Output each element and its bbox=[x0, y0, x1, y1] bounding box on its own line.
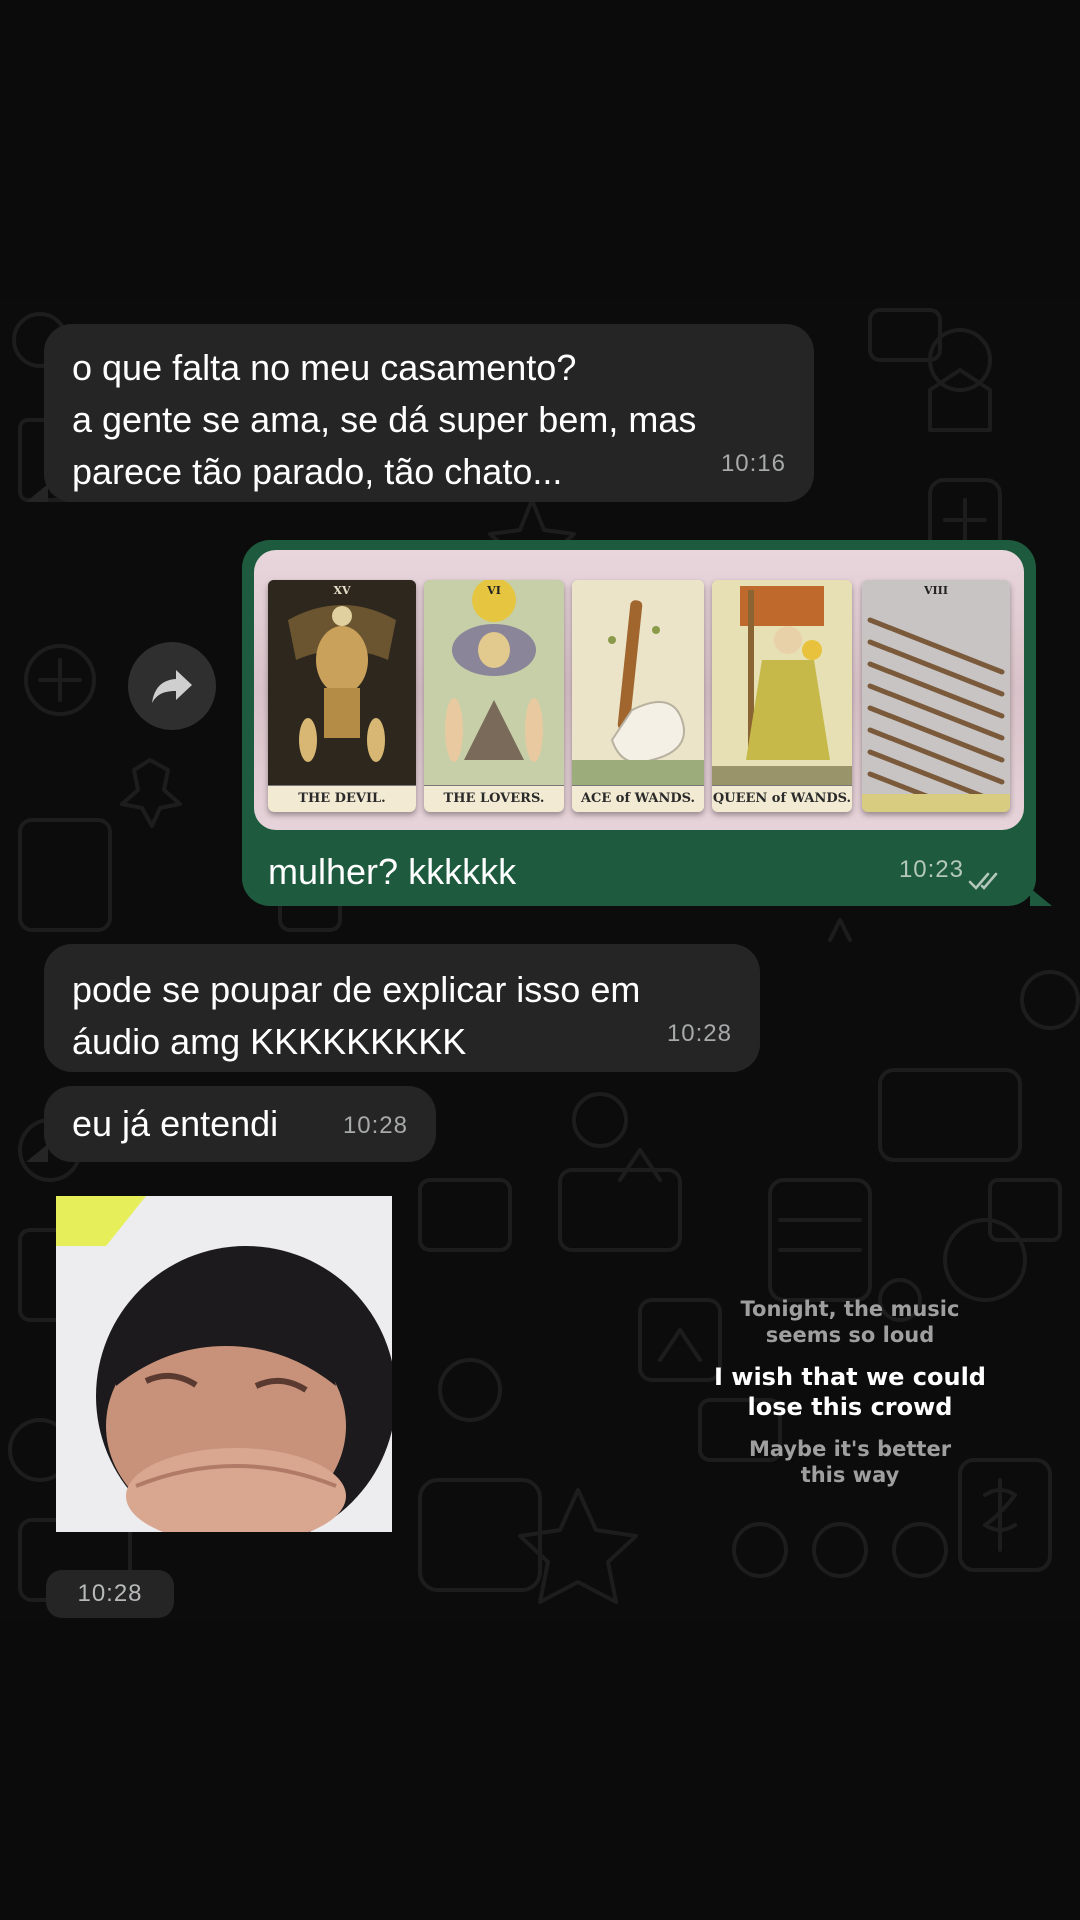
double-check-icon bbox=[968, 872, 998, 890]
forward-button[interactable] bbox=[128, 642, 216, 730]
song-lyrics-overlay: Tonight, the music seems so loud I wish … bbox=[700, 1296, 1000, 1488]
message-timestamp: 10:16 bbox=[720, 450, 786, 477]
forward-arrow-icon bbox=[152, 670, 192, 703]
eight-of-wands-figure bbox=[862, 580, 1010, 812]
incoming-message-bubble[interactable]: pode se poupar de explicar isso em áudio… bbox=[44, 944, 760, 1072]
card-numeral: VI bbox=[487, 584, 501, 597]
bubble-tail bbox=[26, 484, 48, 502]
message-text-line: pode se poupar de explicar isso em bbox=[72, 969, 641, 1010]
tarot-cards-image[interactable]: XV THE DEVIL. VI THE LOVERS. ACE of WAND… bbox=[254, 550, 1024, 830]
tarot-card-the-devil: XV THE DEVIL. bbox=[268, 580, 416, 812]
queen-of-wands-figure bbox=[712, 580, 852, 786]
lovers-figure bbox=[424, 580, 564, 786]
card-label: THE LOVERS. bbox=[424, 785, 564, 812]
image-caption: mulher? kkkkkk bbox=[268, 851, 517, 892]
card-numeral: XV bbox=[333, 584, 351, 597]
incoming-message-bubble[interactable]: eu já entendi 10:28 bbox=[44, 1086, 436, 1162]
message-text-line: parece tão parado, tão chato... bbox=[72, 451, 563, 492]
card-label: ACE of WANDS. bbox=[572, 785, 704, 812]
lyric-line-current: I wish that we could bbox=[713, 1363, 986, 1391]
tarot-card-eight-of-wands: VIII bbox=[862, 580, 1010, 812]
bubble-tail bbox=[1030, 888, 1052, 906]
tarot-card-queen-of-wands: QUEEN of WANDS. bbox=[712, 580, 852, 812]
message-text-line: a gente se ama, se dá super bem, mas bbox=[72, 399, 697, 440]
bubble-tail bbox=[26, 1144, 48, 1162]
message-timestamp: 10:23 bbox=[898, 856, 964, 883]
tarot-card-the-lovers: VI THE LOVERS. bbox=[424, 580, 564, 812]
message-timestamp: 10:28 bbox=[666, 1020, 732, 1047]
devil-figure bbox=[268, 580, 416, 786]
card-label: QUEEN of WANDS. bbox=[712, 785, 852, 812]
tarot-card-ace-of-wands: ACE of WANDS. bbox=[572, 580, 704, 812]
message-text-line: o que falta no meu casamento? bbox=[72, 347, 577, 388]
card-numeral: VIII bbox=[924, 584, 948, 597]
lyric-line-previous: Tonight, the music bbox=[740, 1297, 960, 1321]
ace-of-wands-figure bbox=[572, 580, 704, 786]
lyric-line-previous: seems so loud bbox=[765, 1323, 935, 1347]
video-thumbnail[interactable] bbox=[56, 1196, 392, 1532]
message-text-line: áudio amg KKKKKKKKK bbox=[72, 1021, 467, 1062]
laughing-woman-image bbox=[56, 1196, 392, 1532]
card-label: THE DEVIL. bbox=[268, 785, 416, 812]
message-timestamp: 10:28 bbox=[46, 1570, 174, 1618]
lyric-line-next: Maybe it's better bbox=[748, 1437, 952, 1461]
message-timestamp: 10:28 bbox=[342, 1112, 408, 1139]
lyric-line-current: lose this crowd bbox=[747, 1393, 953, 1421]
lyric-line-next: this way bbox=[800, 1463, 900, 1487]
incoming-message-bubble[interactable]: o que falta no meu casamento? a gente se… bbox=[44, 324, 814, 502]
